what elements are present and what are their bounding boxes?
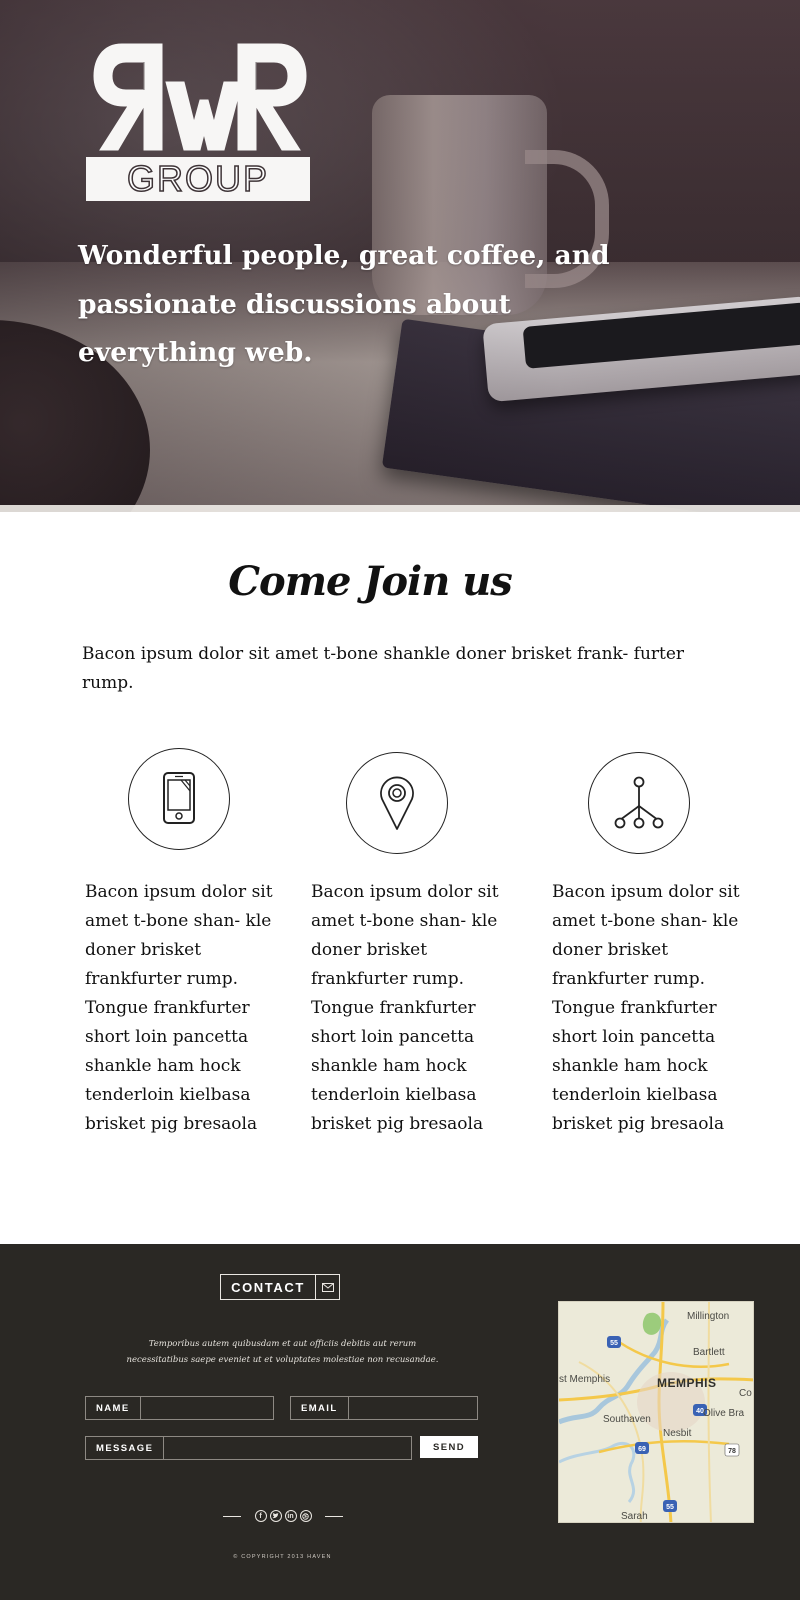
logo-letters-mark (93, 43, 307, 151)
rwr-group-logo[interactable]: GROUP (86, 42, 314, 204)
email-input[interactable] (348, 1397, 477, 1419)
message-field-label: MESSAGE (86, 1437, 165, 1459)
feature-text-location: Bacon ipsum dolor sit amet t-bone shan- … (311, 882, 499, 1134)
message-input[interactable] (164, 1437, 411, 1459)
hero-bottom-line (0, 505, 800, 512)
feature-text-mobile: Bacon ipsum dolor sit amet t-bone shan- … (85, 882, 273, 1134)
message-field: MESSAGE (85, 1436, 412, 1460)
map-label-sarah: Sarah (621, 1511, 648, 1522)
contact-footer: CONTACT Temporibus autem quibusdam et au… (0, 1244, 800, 1600)
logo-group-text: GROUP (126, 158, 269, 199)
map-label-nesbit: Nesbit (663, 1428, 692, 1439)
map-label-west-memphis: st Memphis (559, 1374, 611, 1385)
map-pin-icon (346, 752, 448, 854)
linkedin-icon[interactable]: in (284, 1510, 297, 1522)
logo-group-box: GROUP (86, 157, 310, 201)
hero-tagline: Wonderful people, great coffee, and pass… (78, 240, 610, 368)
contact-note: Temporibus autem quibusdam et aut offici… (126, 1339, 439, 1365)
svg-text:55: 55 (666, 1504, 674, 1511)
contact-heading-label: CONTACT (231, 1279, 305, 1295)
join-title: Come Join us (228, 558, 513, 605)
svg-text:78: 78 (728, 1448, 736, 1455)
map-label-olive-branch: Olive Bra (703, 1408, 745, 1419)
network-icon (588, 752, 690, 854)
map-label-millington: Millington (687, 1311, 730, 1322)
map-label-co: Co (739, 1388, 752, 1399)
location-map[interactable]: 55 40 69 78 55 Millington Bartlett st Me… (558, 1301, 754, 1523)
smartphone-icon (128, 748, 230, 850)
social-dash-right (325, 1515, 343, 1517)
feature-text-network: Bacon ipsum dolor sit amet t-bone shan- … (552, 882, 740, 1134)
contact-heading: CONTACT (220, 1274, 340, 1300)
social-dash-left (223, 1515, 241, 1517)
svg-text:69: 69 (638, 1446, 646, 1453)
dribbble-icon[interactable] (299, 1510, 312, 1522)
name-field-label: NAME (86, 1397, 141, 1419)
email-field-label: EMAIL (291, 1397, 349, 1419)
map-label-southaven: Southaven (603, 1414, 651, 1425)
twitter-icon[interactable] (269, 1510, 282, 1522)
join-section: Come Join us Bacon ipsum dolor sit amet … (0, 512, 800, 1244)
facebook-icon[interactable]: f (254, 1510, 267, 1522)
hero-section: GROUP Wonderful people, great coffee, an… (0, 0, 800, 512)
send-button[interactable]: SEND (420, 1436, 478, 1458)
email-field: EMAIL (290, 1396, 478, 1420)
map-label-memphis: MEMPHIS (657, 1376, 717, 1390)
copyright-text: © COPYRIGHT 2013 HAVEN (233, 1554, 332, 1560)
join-intro: Bacon ipsum dolor sit amet t-bone shankl… (82, 644, 685, 693)
name-field: NAME (85, 1396, 274, 1420)
envelope-icon (315, 1275, 339, 1299)
svg-text:55: 55 (610, 1340, 618, 1347)
map-label-bartlett: Bartlett (693, 1347, 725, 1358)
name-input[interactable] (140, 1397, 273, 1419)
social-links: f in (223, 1508, 343, 1524)
